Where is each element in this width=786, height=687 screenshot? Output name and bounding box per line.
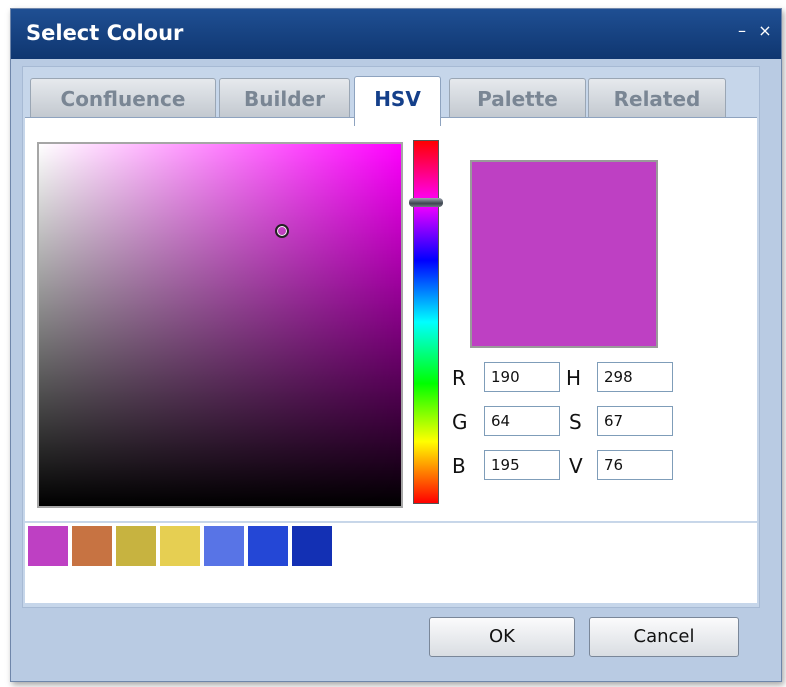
h-label: H (566, 366, 582, 390)
colour-swatch[interactable] (72, 526, 112, 566)
tab-hsv[interactable]: HSV (354, 76, 441, 126)
tab-confluence[interactable]: Confluence (30, 78, 216, 118)
colour-swatch[interactable] (204, 526, 244, 566)
s-label: S (569, 410, 582, 434)
b-label: B (452, 454, 466, 478)
g-label: G (452, 410, 468, 434)
hue-slider-handle[interactable] (409, 198, 443, 208)
b-field[interactable] (484, 450, 560, 480)
v-field[interactable] (597, 450, 673, 480)
picker-cursor-icon[interactable] (274, 223, 289, 238)
tab-builder[interactable]: Builder (219, 78, 350, 118)
hue-slider-track[interactable] (413, 140, 439, 504)
tab-palette[interactable]: Palette (449, 78, 586, 118)
r-field[interactable] (484, 362, 560, 392)
colour-swatch[interactable] (28, 526, 68, 566)
colour-preview (470, 160, 658, 348)
g-field[interactable] (484, 406, 560, 436)
close-icon[interactable]: × (755, 21, 775, 41)
h-field[interactable] (597, 362, 673, 392)
s-field[interactable] (597, 406, 673, 436)
dialog-title: Select Colour (26, 21, 184, 45)
cancel-button[interactable]: Cancel (589, 617, 739, 657)
v-label: V (569, 454, 583, 478)
colour-swatch[interactable] (292, 526, 332, 566)
r-label: R (452, 366, 466, 390)
ok-button[interactable]: OK (429, 617, 575, 657)
minimize-icon[interactable]: – (732, 21, 752, 41)
saturation-value-picker[interactable] (37, 142, 403, 508)
colour-swatch[interactable] (116, 526, 156, 566)
colour-swatch[interactable] (160, 526, 200, 566)
colour-swatch[interactable] (248, 526, 288, 566)
title-bar[interactable]: Select Colour – × (11, 9, 781, 59)
tab-related[interactable]: Related (588, 78, 726, 118)
